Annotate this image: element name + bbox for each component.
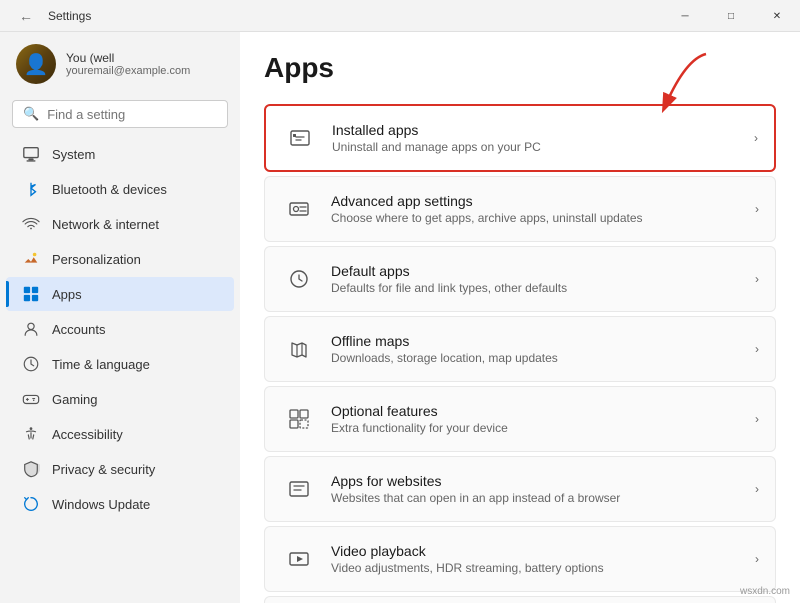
- sidebar-item-time-label: Time & language: [52, 357, 150, 372]
- sidebar-item-windows-update[interactable]: Windows Update: [6, 487, 234, 521]
- minimize-button[interactable]: ─: [662, 0, 708, 32]
- apps-for-websites-title: Apps for websites: [331, 473, 755, 489]
- default-apps-item[interactable]: Default apps Defaults for file and link …: [264, 246, 776, 312]
- advanced-app-settings-title: Advanced app settings: [331, 193, 755, 209]
- sidebar-item-personalization[interactable]: Personalization: [6, 242, 234, 276]
- default-apps-chevron: ›: [755, 272, 759, 286]
- video-playback-chevron: ›: [755, 552, 759, 566]
- video-playback-subtitle: Video adjustments, HDR streaming, batter…: [331, 561, 755, 575]
- user-email: youremail@example.com: [66, 65, 190, 77]
- offline-maps-text: Offline maps Downloads, storage location…: [331, 333, 755, 365]
- user-name: You (well: [66, 51, 190, 65]
- search-icon: 🔍: [23, 106, 39, 122]
- network-icon: [22, 215, 40, 233]
- advanced-app-settings-chevron: ›: [755, 202, 759, 216]
- advanced-app-settings-item[interactable]: Advanced app settings Choose where to ge…: [264, 176, 776, 242]
- installed-apps-icon: [282, 120, 318, 156]
- optional-features-subtitle: Extra functionality for your device: [331, 421, 755, 435]
- back-button[interactable]: ←: [12, 2, 40, 30]
- sidebar-item-network[interactable]: Network & internet: [6, 207, 234, 241]
- default-apps-subtitle: Defaults for file and link types, other …: [331, 281, 755, 295]
- sidebar-item-bluetooth-label: Bluetooth & devices: [52, 182, 167, 197]
- app-container: 👤 You (well youremail@example.com 🔍 Syst…: [0, 32, 800, 603]
- user-info: You (well youremail@example.com: [66, 51, 190, 77]
- window-controls: ─ □ ✕: [662, 0, 800, 32]
- sidebar-item-apps[interactable]: Apps: [6, 277, 234, 311]
- default-apps-text: Default apps Defaults for file and link …: [331, 263, 755, 295]
- video-playback-text: Video playback Video adjustments, HDR st…: [331, 543, 755, 575]
- optional-features-text: Optional features Extra functionality fo…: [331, 403, 755, 435]
- search-box[interactable]: 🔍: [12, 100, 228, 128]
- video-playback-icon: [281, 541, 317, 577]
- apps-icon: [22, 285, 40, 303]
- offline-maps-icon: [281, 331, 317, 367]
- optional-features-item[interactable]: Optional features Extra functionality fo…: [264, 386, 776, 452]
- privacy-icon: [22, 460, 40, 478]
- offline-maps-title: Offline maps: [331, 333, 755, 349]
- bluetooth-icon: [22, 180, 40, 198]
- sidebar-item-accessibility-label: Accessibility: [52, 427, 123, 442]
- sidebar-item-system[interactable]: System: [6, 137, 234, 171]
- optional-features-icon: [281, 401, 317, 437]
- installed-apps-text: Installed apps Uninstall and manage apps…: [332, 122, 754, 154]
- titlebar-title: Settings: [48, 9, 91, 23]
- offline-maps-subtitle: Downloads, storage location, map updates: [331, 351, 755, 365]
- video-playback-item[interactable]: Video playback Video adjustments, HDR st…: [264, 526, 776, 592]
- default-apps-title: Default apps: [331, 263, 755, 279]
- offline-maps-chevron: ›: [755, 342, 759, 356]
- close-button[interactable]: ✕: [754, 0, 800, 32]
- apps-for-websites-item[interactable]: Apps for websites Websites that can open…: [264, 456, 776, 522]
- startup-item[interactable]: Startup Apps that start automatically wh…: [264, 596, 776, 603]
- apps-for-websites-subtitle: Websites that can open in an app instead…: [331, 491, 755, 505]
- sidebar-item-privacy[interactable]: Privacy & security: [6, 452, 234, 486]
- offline-maps-item[interactable]: Offline maps Downloads, storage location…: [264, 316, 776, 382]
- sidebar-item-accounts[interactable]: Accounts: [6, 312, 234, 346]
- page-title: Apps: [264, 52, 776, 84]
- sidebar-item-gaming-label: Gaming: [52, 392, 98, 407]
- installed-apps-title: Installed apps: [332, 122, 754, 138]
- maximize-button[interactable]: □: [708, 0, 754, 32]
- system-icon: [22, 145, 40, 163]
- sidebar: 👤 You (well youremail@example.com 🔍 Syst…: [0, 32, 240, 603]
- sidebar-item-privacy-label: Privacy & security: [52, 462, 155, 477]
- optional-features-chevron: ›: [755, 412, 759, 426]
- installed-apps-item[interactable]: Installed apps Uninstall and manage apps…: [264, 104, 776, 172]
- avatar-image: 👤: [16, 44, 56, 84]
- apps-for-websites-chevron: ›: [755, 482, 759, 496]
- sidebar-item-system-label: System: [52, 147, 95, 162]
- default-apps-icon: [281, 261, 317, 297]
- watermark: wsxdn.com: [740, 586, 790, 597]
- optional-features-title: Optional features: [331, 403, 755, 419]
- sidebar-item-personalization-label: Personalization: [52, 252, 141, 267]
- gaming-icon: [22, 390, 40, 408]
- search-input[interactable]: [47, 107, 217, 122]
- windows-update-icon: [22, 495, 40, 513]
- sidebar-item-gaming[interactable]: Gaming: [6, 382, 234, 416]
- video-playback-title: Video playback: [331, 543, 755, 559]
- titlebar: ← Settings ─ □ ✕: [0, 0, 800, 32]
- personalization-icon: [22, 250, 40, 268]
- sidebar-nav: System Bluetooth & devices Network & int…: [0, 136, 240, 522]
- accessibility-icon: [22, 425, 40, 443]
- advanced-app-settings-icon: [281, 191, 317, 227]
- sidebar-item-apps-label: Apps: [52, 287, 82, 302]
- avatar: 👤: [16, 44, 56, 84]
- apps-for-websites-icon: [281, 471, 317, 507]
- sidebar-item-network-label: Network & internet: [52, 217, 159, 232]
- advanced-app-settings-text: Advanced app settings Choose where to ge…: [331, 193, 755, 225]
- sidebar-item-accounts-label: Accounts: [52, 322, 105, 337]
- apps-for-websites-text: Apps for websites Websites that can open…: [331, 473, 755, 505]
- content-area: Apps Installed apps Uninstall and man: [240, 32, 800, 603]
- sidebar-item-accessibility[interactable]: Accessibility: [6, 417, 234, 451]
- sidebar-item-bluetooth[interactable]: Bluetooth & devices: [6, 172, 234, 206]
- time-icon: [22, 355, 40, 373]
- installed-apps-chevron: ›: [754, 131, 758, 145]
- sidebar-item-time[interactable]: Time & language: [6, 347, 234, 381]
- accounts-icon: [22, 320, 40, 338]
- sidebar-item-windows-update-label: Windows Update: [52, 497, 150, 512]
- settings-list: Installed apps Uninstall and manage apps…: [264, 104, 776, 603]
- user-profile[interactable]: 👤 You (well youremail@example.com: [0, 32, 240, 96]
- installed-apps-subtitle: Uninstall and manage apps on your PC: [332, 140, 754, 154]
- advanced-app-settings-subtitle: Choose where to get apps, archive apps, …: [331, 211, 755, 225]
